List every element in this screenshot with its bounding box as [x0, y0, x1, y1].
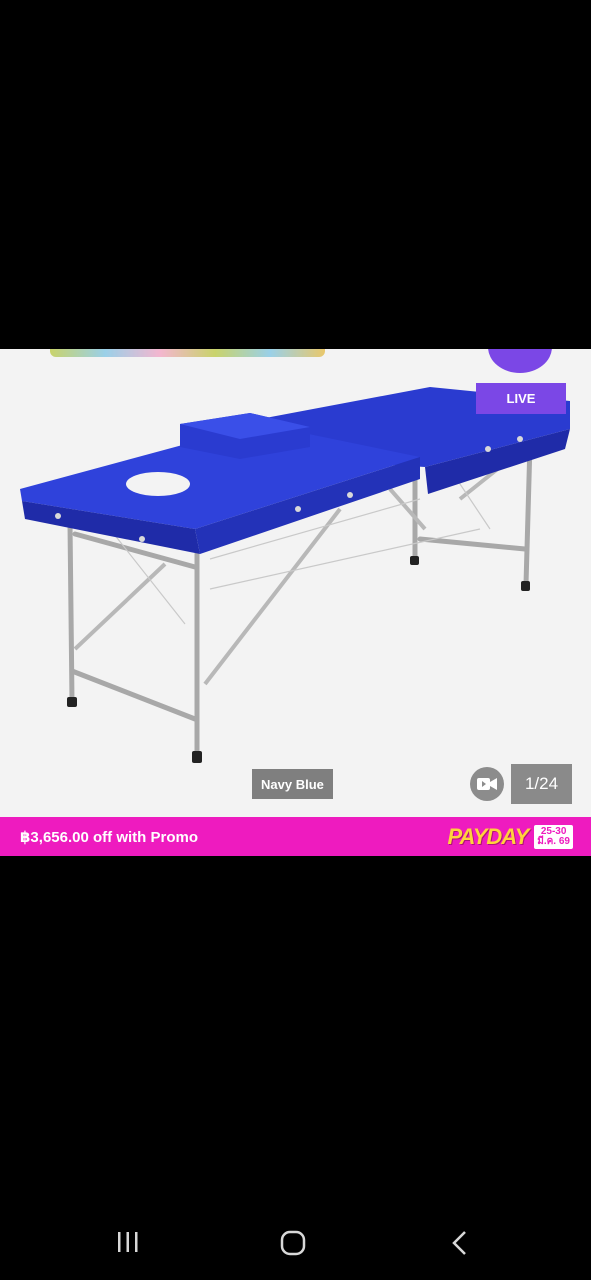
payday-logo-text: PAYDAY [447, 823, 529, 849]
promo-text: ฿3,656.00 off with Promo [20, 828, 198, 846]
promo-bar[interactable]: ฿3,656.00 off with Promo PAYDAY 25-30 มี… [0, 817, 591, 856]
product-image-viewer[interactable]: LIVE Navy Blue 1/24 [0, 349, 591, 817]
home-icon [280, 1230, 306, 1256]
back-button[interactable] [450, 1230, 470, 1261]
variant-label: Navy Blue [252, 769, 333, 799]
home-button[interactable] [280, 1230, 306, 1261]
recent-apps-button[interactable] [116, 1230, 140, 1259]
image-counter: 1/24 [511, 764, 572, 804]
back-icon [452, 1231, 466, 1255]
payday-logo: PAYDAY 25-30 มี.ค. 69 [447, 823, 573, 850]
product-image-massage-table [20, 387, 570, 763]
payday-date-badge: 25-30 มี.ค. 69 [534, 824, 573, 849]
payday-date-range: 25-30 [540, 825, 567, 837]
system-navigation-bar [0, 1210, 591, 1280]
live-badge[interactable]: LIVE [476, 383, 566, 414]
payday-date-month: มี.ค. 69 [537, 835, 570, 847]
decorative-banner-strip [50, 349, 325, 357]
video-camera-icon [477, 778, 497, 790]
video-play-button[interactable] [470, 767, 504, 801]
recent-apps-icon [118, 1232, 138, 1252]
